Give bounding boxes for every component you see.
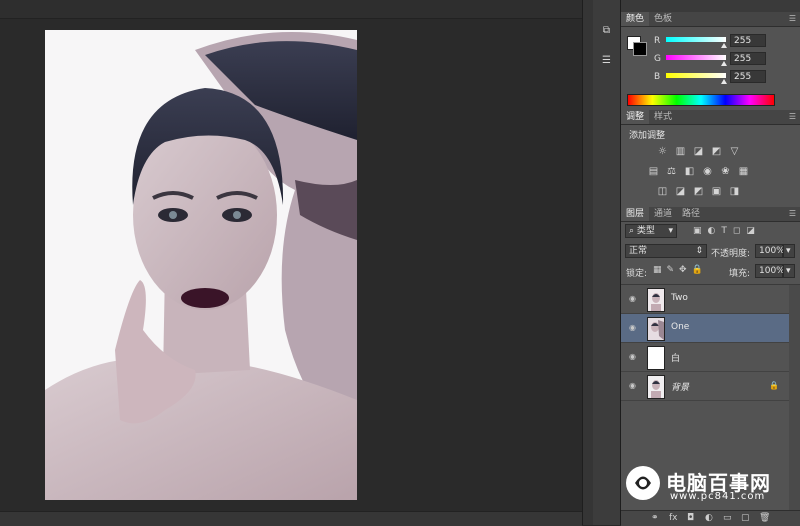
channel-g-value[interactable]: 255	[730, 52, 766, 65]
black-white-icon[interactable]: ◧	[684, 167, 695, 177]
hue-saturation-icon[interactable]: ▤	[648, 167, 659, 177]
tab-swatches[interactable]: 色板	[649, 12, 677, 26]
history-icon[interactable]: ⧉	[598, 22, 615, 39]
color-lookup-icon[interactable]: ▦	[738, 167, 749, 177]
portrait-photo	[45, 30, 357, 500]
new-layer-icon[interactable]: ▢	[741, 513, 750, 523]
panel-menu-icon[interactable]: ☰	[789, 209, 796, 218]
eye-icon[interactable]: ◉	[629, 323, 639, 333]
layer-mask-icon[interactable]: ◘	[687, 513, 694, 523]
panel-menu-icon[interactable]: ☰	[789, 112, 796, 121]
layer-filter-select[interactable]: ⌕ 类型 ▾	[625, 224, 677, 238]
chevron-down-icon: ⇕	[695, 246, 703, 256]
properties-icon[interactable]: ☰	[598, 52, 615, 69]
slider-thumb-b[interactable]	[721, 79, 727, 84]
eye-icon[interactable]: ◉	[629, 294, 639, 304]
add-adjustment-title: 添加调整	[629, 131, 666, 141]
channel-b-value[interactable]: 255	[730, 70, 766, 83]
layer-thumbnail	[647, 288, 665, 312]
tab-channels[interactable]: 通道	[649, 207, 677, 221]
layers-panel-tabs: 图层 通道 路径 ☰	[621, 207, 800, 222]
gradient-map-icon[interactable]: ▣	[711, 187, 722, 197]
color-spectrum-bar[interactable]	[627, 94, 775, 106]
watermark-logo	[626, 466, 660, 500]
slider-thumb-g[interactable]	[721, 61, 727, 66]
exposure-icon[interactable]: ◩	[711, 147, 722, 157]
tab-adjustments[interactable]: 调整	[621, 110, 650, 124]
posterize-icon[interactable]: ◪	[675, 187, 686, 197]
photo-filter-icon[interactable]: ◉	[702, 167, 713, 177]
channel-r-label: R	[654, 36, 661, 46]
panel-menu-icon[interactable]: ☰	[789, 14, 796, 23]
panel-collapse-bar[interactable]	[621, 0, 800, 12]
channel-r-slider[interactable]	[666, 37, 726, 42]
layer-row-white[interactable]: ◉ 白	[621, 343, 789, 372]
fill-dropdown[interactable]: ▾	[783, 264, 795, 278]
opacity-dropdown[interactable]: ▾	[783, 244, 795, 258]
opacity-label: 不透明度:	[711, 249, 751, 259]
channel-g-label: G	[654, 54, 661, 64]
blend-mode-value: 正常	[629, 246, 648, 256]
opacity-input[interactable]: 100%	[755, 244, 785, 258]
trash-icon[interactable]: 🗑	[759, 513, 770, 523]
right-panels: 颜色 色板 ☰ R 255 G 255 B 255 调整 样式 ☰ 添加调整 ☼…	[621, 0, 800, 526]
fill-input[interactable]: 100%	[755, 264, 785, 278]
layer-name: 白	[671, 354, 681, 364]
channel-r-value[interactable]: 255	[730, 34, 766, 47]
watermark-url: www.pc841.com	[670, 491, 766, 502]
vibrance-icon[interactable]: ▽	[729, 147, 740, 157]
layer-name: 背景	[671, 383, 690, 393]
levels-icon[interactable]: ▥	[675, 147, 686, 157]
color-panel-tabs: 颜色 色板 ☰	[621, 12, 800, 27]
adjustment-layer-icon[interactable]: ◐	[705, 513, 713, 523]
layer-filter-kind: 类型	[636, 226, 655, 236]
channel-mixer-icon[interactable]: ❀	[720, 167, 731, 177]
group-icon[interactable]: ▭	[723, 513, 732, 523]
search-icon: ⌕	[629, 226, 637, 236]
layer-row-one[interactable]: ◉ One	[621, 314, 789, 343]
adjustments-panel-tabs: 调整 样式 ☰	[621, 110, 800, 125]
layer-name: One	[671, 322, 690, 332]
panel-dock-strip: ⧉ ☰	[593, 0, 621, 525]
fx-icon[interactable]: fx	[669, 513, 678, 523]
color-balance-icon[interactable]: ⚖	[666, 167, 677, 177]
tab-color[interactable]: 颜色	[621, 12, 650, 26]
channel-g-slider[interactable]	[666, 55, 726, 60]
layer-thumbnail	[647, 346, 665, 370]
layer-row-background[interactable]: ◉ 背景 🔒	[621, 372, 789, 401]
link-layers-icon[interactable]: ⚭	[651, 513, 659, 523]
blend-mode-select[interactable]: 正常 ⇕	[625, 244, 707, 258]
tab-paths[interactable]: 路径	[677, 207, 705, 221]
site-watermark: 电脑百事网 www.pc841.com	[626, 466, 796, 504]
document-image[interactable]	[45, 30, 357, 500]
layer-thumbnail	[647, 375, 665, 399]
lock-options-icons[interactable]: ▦✎✥🔒	[653, 265, 708, 275]
tab-layers[interactable]: 图层	[621, 207, 650, 221]
slider-thumb-r[interactable]	[721, 43, 727, 48]
chevron-down-icon: ▾	[668, 226, 673, 236]
selective-color-icon[interactable]: ◨	[729, 187, 740, 197]
layer-filter-icons[interactable]: ▣◐T◻◪	[693, 226, 761, 236]
lock-label: 锁定:	[626, 269, 648, 279]
fill-label: 填充:	[729, 269, 751, 279]
layer-row-two[interactable]: ◉ Two	[621, 285, 789, 314]
curves-icon[interactable]: ◪	[693, 147, 704, 157]
eye-icon[interactable]: ◉	[629, 381, 639, 391]
layers-bottom-toolbar: ⚭ fx ◘ ◐ ▭ ▢ 🗑	[621, 510, 800, 526]
invert-icon[interactable]: ◫	[657, 187, 668, 197]
document-tab-strip	[0, 0, 582, 19]
background-color-swatch[interactable]	[633, 42, 647, 56]
layer-thumbnail	[647, 317, 665, 341]
eye-icon[interactable]: ◉	[629, 352, 639, 362]
channel-b-label: B	[654, 72, 661, 82]
layer-name: Two	[671, 293, 688, 303]
lock-icon: 🔒	[769, 381, 779, 390]
threshold-icon[interactable]: ◩	[693, 187, 704, 197]
brightness-icon[interactable]: ☼	[657, 147, 668, 157]
status-bar	[0, 511, 582, 526]
tab-styles[interactable]: 样式	[649, 110, 677, 124]
channel-b-slider[interactable]	[666, 73, 726, 78]
